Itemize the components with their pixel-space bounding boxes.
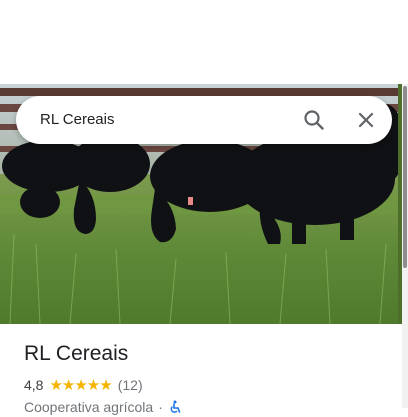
review-count[interactable]: (12)	[118, 377, 143, 393]
close-icon[interactable]	[352, 106, 380, 134]
place-info-panel: RL Cereais 4,8 ★★★★★ (12) Cooperativa ag…	[0, 324, 402, 415]
rating-stars: ★★★★★	[49, 377, 112, 394]
rating-value: 4,8	[24, 377, 44, 393]
place-title: RL Cereais	[24, 342, 129, 365]
place-category: Cooperativa agrícola	[24, 399, 154, 415]
scrollbar-thumb[interactable]	[403, 86, 407, 268]
top-blank-area	[0, 0, 408, 84]
wheelchair-icon	[168, 400, 182, 414]
search-input[interactable]: RL Cereais	[40, 110, 114, 130]
rating-row[interactable]: 4,8 ★★★★★ (12)	[24, 376, 143, 394]
category-row: Cooperativa agrícola ·	[24, 398, 182, 416]
category-separator: ·	[158, 399, 163, 415]
search-box[interactable]: RL Cereais	[16, 96, 392, 144]
search-icon[interactable]	[300, 106, 328, 134]
